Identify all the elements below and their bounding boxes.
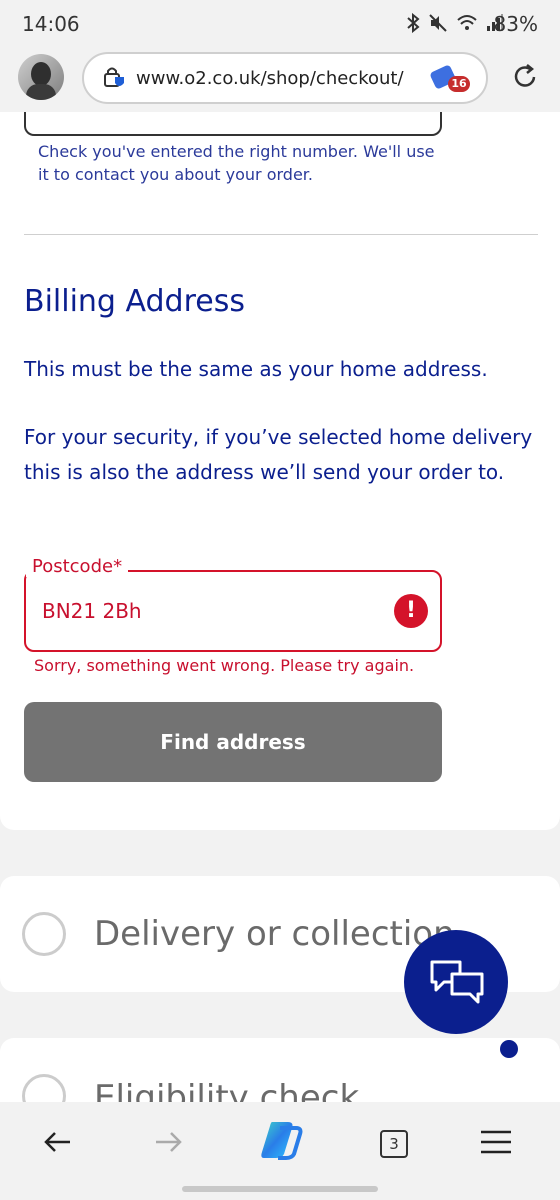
tag-icon[interactable]: 16 (429, 64, 470, 94)
gesture-bar[interactable] (182, 1186, 378, 1192)
address-bar[interactable]: www.o2.co.uk/shop/checkout/ 16 (82, 52, 488, 104)
section-divider (24, 234, 538, 235)
postcode-label: Postcode* (26, 556, 129, 577)
delivery-radio[interactable] (22, 912, 66, 956)
tag-count-badge: 16 (448, 76, 470, 92)
bluetooth-icon (406, 12, 420, 37)
chat-notification-dot (500, 1040, 518, 1058)
status-bar: 14:06 83% (0, 0, 560, 48)
menu-icon[interactable] (476, 1122, 516, 1162)
chat-button[interactable] (404, 930, 508, 1034)
shield-icon[interactable] (102, 66, 126, 90)
wifi-icon (456, 13, 478, 37)
billing-security-note: For your security, if you’ve selected ho… (24, 425, 533, 484)
forward-arrow-icon[interactable] (148, 1122, 188, 1162)
status-time: 14:06 (22, 12, 80, 36)
tabs-button[interactable]: 3 (374, 1122, 414, 1162)
billing-address-title: Billing Address (24, 284, 245, 319)
copilot-icon[interactable] (258, 1118, 304, 1162)
postcode-error-message: Sorry, something went wrong. Please try … (34, 656, 415, 675)
error-icon: ! (394, 594, 428, 628)
phone-help-text: Check you've entered the right number. W… (38, 142, 435, 184)
delivery-step-label: Delivery or collection (94, 914, 455, 954)
avatar[interactable] (18, 54, 64, 100)
chat-bubbles-icon (428, 958, 486, 1012)
phone-number-input[interactable] (24, 112, 442, 136)
url-text[interactable]: www.o2.co.uk/shop/checkout/ (136, 68, 416, 89)
back-arrow-icon[interactable] (38, 1122, 78, 1162)
billing-address-note: This must be the same as your home addre… (24, 357, 488, 381)
avatar-face (31, 62, 51, 86)
battery-percentage: 83% (493, 12, 538, 36)
find-address-button[interactable]: Find address (24, 702, 442, 782)
postcode-field[interactable]: Postcode* ! (24, 556, 442, 652)
avatar-body (26, 84, 56, 100)
tab-count: 3 (380, 1130, 408, 1158)
reload-icon[interactable] (510, 62, 540, 92)
browser-bar: www.o2.co.uk/shop/checkout/ 16 (0, 48, 560, 112)
postcode-input[interactable] (40, 598, 374, 624)
status-icons (406, 12, 504, 37)
mute-icon (428, 13, 448, 37)
checkout-card: Check you've entered the right number. W… (0, 112, 560, 830)
